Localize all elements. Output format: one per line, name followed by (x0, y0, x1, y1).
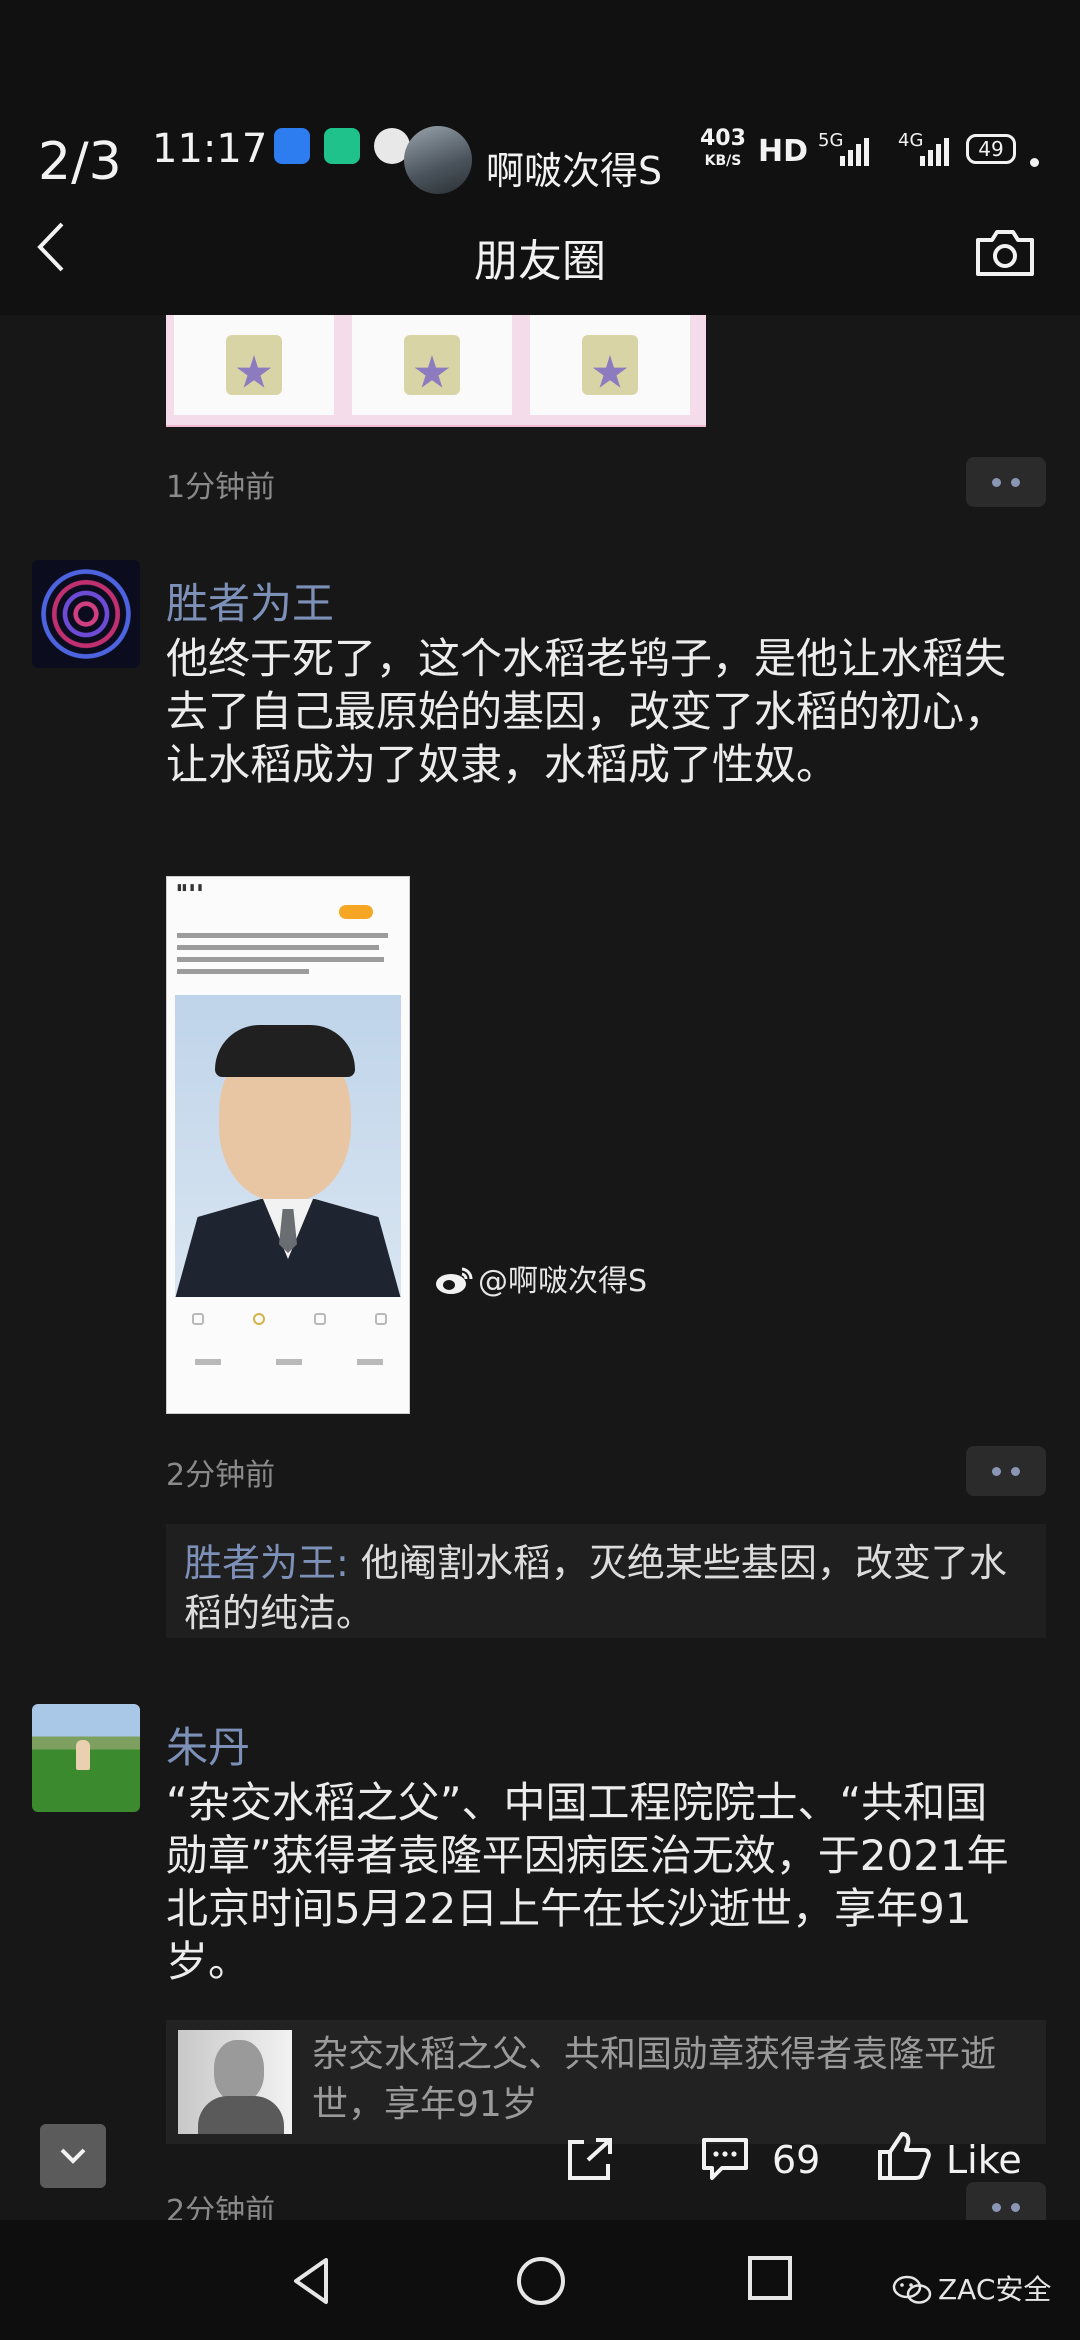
comment-icon[interactable] (700, 2136, 750, 2182)
like-button-label[interactable]: Like (946, 2138, 1022, 2182)
nav-home-icon[interactable] (514, 2254, 568, 2308)
link-thumbnail (178, 2030, 292, 2134)
previous-post-image[interactable] (166, 315, 706, 427)
post-more-button[interactable] (966, 457, 1046, 507)
signal-4g-icon: 4G (898, 130, 962, 166)
page-title: 朋友圈 (474, 236, 606, 287)
network-speed-value: 403 (700, 126, 746, 151)
camera-icon[interactable] (974, 228, 1036, 278)
wechat-icon (892, 2275, 932, 2304)
notification-dot (1030, 158, 1039, 167)
shared-link-card[interactable]: 杂交水稻之父、共和国勋章获得者袁隆平逝世，享年91岁 (166, 2020, 1046, 2144)
weibo-username-overlay: 啊啵次得S (486, 149, 663, 193)
share-icon[interactable] (564, 2136, 616, 2182)
post-username[interactable]: 胜者为王 (166, 570, 334, 631)
collapse-chevron-icon[interactable] (40, 2124, 106, 2188)
post-text: 他终于死了，这个水稻老鸨子，是他让水稻失去了自己最原始的基因，改变了水稻的初心，… (166, 634, 1007, 789)
link-title: 杂交水稻之父、共和国勋章获得者袁隆平逝世，享年91岁 (312, 2034, 997, 2125)
calendar-notification-icon (324, 128, 360, 164)
hd-badge: HD (758, 134, 809, 169)
weibo-user-avatar (404, 126, 472, 194)
avatar[interactable] (32, 1704, 140, 1812)
wechat-watermark-text: ZAC安全 (938, 2273, 1052, 2306)
wechat-moments-screen: 2/3 11:17 啊啵次得S 403 KB/S HD 5G 4G 49 朋友圈… (0, 0, 1080, 2340)
post-username[interactable]: 朱丹 (166, 1714, 250, 1775)
nav-recent-apps-icon[interactable] (746, 2254, 794, 2302)
status-time: 11:17 (152, 126, 268, 172)
weibo-icon (436, 1267, 473, 1294)
nav-back-icon[interactable] (286, 2254, 340, 2308)
post-more-button[interactable] (966, 1446, 1046, 1496)
weibo-watermark: @啊啵次得S (434, 1256, 647, 1300)
network-speed: 403 KB/S (700, 128, 746, 172)
wechat-watermark: ZAC安全 (892, 2268, 1051, 2308)
thumbs-up-icon[interactable] (876, 2130, 932, 2182)
weibo-watermark-text: @啊啵次得S (478, 1264, 648, 1299)
comment-author[interactable]: 胜者为王: (184, 1541, 349, 1585)
comment-count[interactable]: 69 (772, 2138, 820, 2182)
battery-icon: 49 (966, 134, 1016, 164)
post-image[interactable]: ▮▮ ▮ ▮ (166, 876, 410, 1414)
post-timestamp: 1分钟前 (166, 470, 276, 505)
post-timestamp: 2分钟前 (166, 1458, 276, 1493)
comment-item[interactable]: 胜者为王: 他阉割水稻，灭绝某些基因，改变了水稻的纯洁。 (166, 1524, 1046, 1638)
post-text: “杂交水稻之父”、中国工程院院士、“共和国勋章”获得者袁隆平因病医治无效，于20… (166, 1778, 1009, 1986)
page-indicator: 2/3 (38, 132, 122, 192)
signal-5g-icon: 5G (818, 130, 882, 166)
app-notification-icon (274, 128, 310, 164)
network-speed-unit: KB/S (704, 153, 742, 169)
avatar[interactable] (32, 560, 140, 668)
portrait-photo (175, 995, 401, 1297)
